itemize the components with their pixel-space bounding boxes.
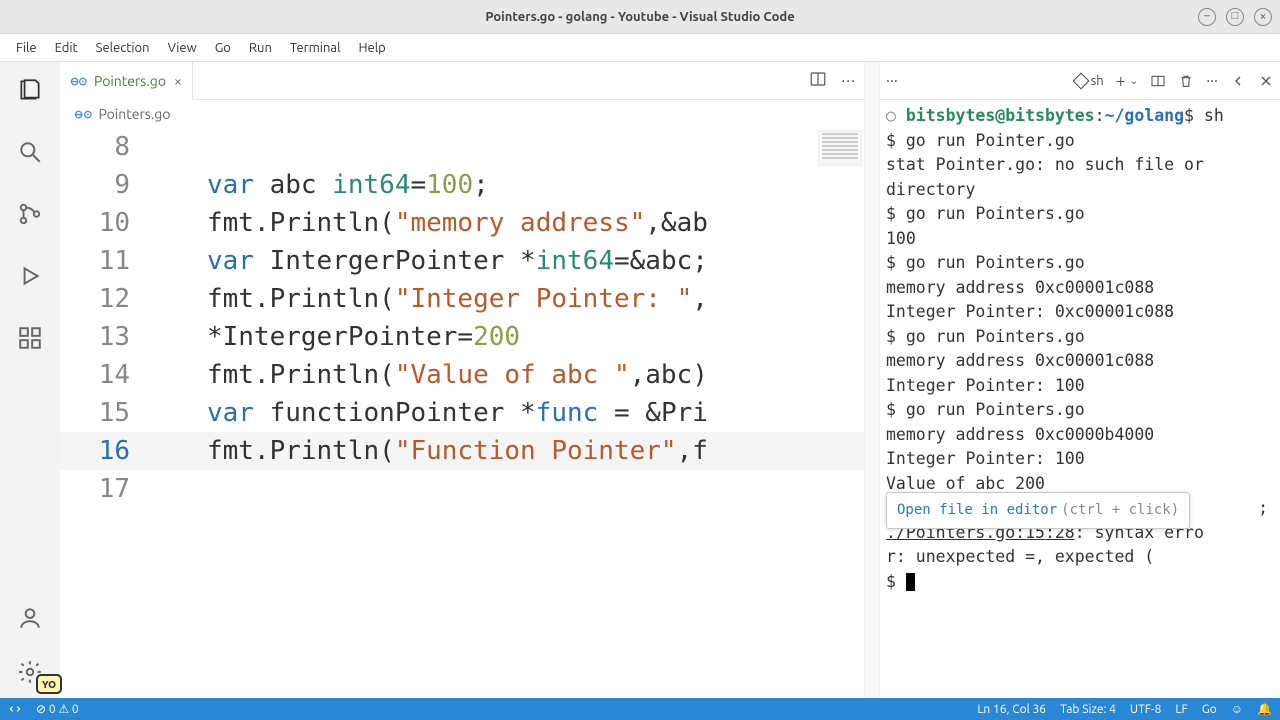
code-content: var functionPointer *func = &Pri	[160, 394, 708, 432]
account-icon[interactable]	[16, 604, 44, 632]
more-actions-icon[interactable]: ···	[841, 72, 856, 90]
tab-pointers-go[interactable]: ⊖⊙ Pointers.go ×	[60, 62, 193, 100]
menu-file[interactable]: File	[8, 39, 45, 57]
go-icon: ⊖⊙	[74, 108, 92, 121]
terminal-cursor	[906, 573, 915, 591]
shell-icon	[1072, 72, 1089, 89]
window-buttons: – □ ×	[1198, 8, 1272, 26]
code-content: fmt.Println("Value of abc ",abc)	[160, 356, 708, 394]
code-content: fmt.Println("memory address",&ab	[160, 204, 708, 242]
source-control-icon[interactable]	[16, 200, 44, 228]
yo-badge: YO	[36, 674, 62, 694]
remote-icon[interactable]	[8, 702, 22, 716]
menu-edit[interactable]: Edit	[47, 39, 86, 57]
line-number: 11	[60, 242, 160, 280]
kill-terminal-icon[interactable]	[1178, 73, 1194, 89]
code-line[interactable]: 12 fmt.Println("Integer Pointer: ",	[60, 280, 864, 318]
menu-run[interactable]: Run	[241, 39, 280, 57]
terminal-more-icon[interactable]: ···	[886, 72, 898, 90]
maximize-button[interactable]: □	[1226, 8, 1244, 26]
line-number: 15	[60, 394, 160, 432]
minimap[interactable]	[818, 130, 862, 166]
new-terminal-icon[interactable]: +	[1116, 71, 1126, 91]
explorer-icon[interactable]	[16, 76, 44, 104]
menu-terminal[interactable]: Terminal	[282, 39, 349, 57]
line-number: 16	[60, 432, 160, 470]
menu-go[interactable]: Go	[207, 39, 239, 57]
code-line[interactable]: 13 *IntergerPointer=200	[60, 318, 864, 356]
status-bar: ⊘ 0 ⚠ 0 Ln 16, Col 36 Tab Size: 4 UTF-8 …	[0, 698, 1280, 720]
breadcrumb-label: Pointers.go	[98, 106, 170, 122]
code-line[interactable]: 14 fmt.Println("Value of abc ",abc)	[60, 356, 864, 394]
line-number: 17	[60, 470, 160, 508]
terminal-toolbar: ··· sh + ⌄ ···	[880, 62, 1280, 100]
line-number: 8	[60, 128, 160, 166]
editor-actions: ···	[809, 70, 856, 91]
terminal-close-icon[interactable]	[1258, 73, 1274, 89]
extensions-icon[interactable]	[16, 324, 44, 352]
status-feedback-icon[interactable]: ☺	[1231, 702, 1243, 716]
terminal-overflow-icon[interactable]: ···	[1206, 72, 1218, 90]
code-line[interactable]: 11 var IntergerPointer *int64=&abc;	[60, 242, 864, 280]
terminal-dropdown-icon[interactable]: ⌄	[1130, 75, 1138, 87]
titlebar: Pointers.go - golang - Youtube - Visual …	[0, 0, 1280, 34]
search-icon[interactable]	[16, 138, 44, 166]
split-terminal-icon[interactable]	[1150, 73, 1166, 89]
tooltip-link: Open file in editor	[897, 498, 1057, 523]
code-line[interactable]: 15 var functionPointer *func = &Pri	[60, 394, 864, 432]
tab-bar: ⊖⊙ Pointers.go × ···	[60, 62, 864, 100]
code-content: fmt.Println("Integer Pointer: ",	[160, 280, 708, 318]
minimize-button[interactable]: –	[1198, 8, 1216, 26]
status-position[interactable]: Ln 16, Col 36	[977, 703, 1046, 716]
menu-selection[interactable]: Selection	[88, 39, 158, 57]
breadcrumb[interactable]: ⊖⊙ Pointers.go	[60, 100, 864, 128]
tooltip-hint: (ctrl + click)	[1061, 498, 1179, 523]
close-button[interactable]: ×	[1254, 8, 1272, 26]
line-number: 9	[60, 166, 160, 204]
code-content: var IntergerPointer *int64=&abc;	[160, 242, 708, 280]
split-editor-icon[interactable]	[809, 70, 827, 91]
menubar: File Edit Selection View Go Run Terminal…	[0, 34, 1280, 62]
status-language[interactable]: Go	[1202, 703, 1217, 716]
status-eol[interactable]: LF	[1175, 703, 1187, 716]
code-line[interactable]: 17	[60, 470, 864, 508]
activity-bar	[0, 62, 60, 698]
code-content: var abc int64=100;	[160, 166, 489, 204]
status-encoding[interactable]: UTF-8	[1130, 703, 1161, 716]
status-bell-icon[interactable]: 🔔	[1257, 702, 1272, 716]
code-editor[interactable]: 89 var abc int64=100;10 fmt.Println("mem…	[60, 128, 864, 698]
panel-resize-handle[interactable]	[864, 62, 880, 698]
go-icon: ⊖⊙	[70, 75, 88, 87]
code-line[interactable]: 16 fmt.Println("Function Pointer",f	[60, 432, 864, 470]
menu-view[interactable]: View	[160, 39, 205, 57]
code-line[interactable]: 10 fmt.Println("memory address",&ab	[60, 204, 864, 242]
tab-label: Pointers.go	[94, 73, 166, 89]
code-content: fmt.Println("Function Pointer",f	[160, 432, 708, 470]
tab-close-icon[interactable]: ×	[174, 73, 182, 89]
code-content: *IntergerPointer=200	[160, 318, 520, 356]
code-line[interactable]: 9 var abc int64=100;	[60, 166, 864, 204]
code-line[interactable]: 8	[60, 128, 864, 166]
terminal-shell-label[interactable]: sh	[1075, 74, 1104, 88]
line-number: 10	[60, 204, 160, 242]
line-number: 13	[60, 318, 160, 356]
terminal-prev-icon[interactable]	[1230, 73, 1246, 89]
run-debug-icon[interactable]	[16, 262, 44, 290]
terminal-panel: ··· sh + ⌄ ··· ○ bitsbytes@bitsbytes:~/g…	[880, 62, 1280, 698]
menu-help[interactable]: Help	[350, 39, 393, 57]
status-tabsize[interactable]: Tab Size: 4	[1060, 703, 1116, 716]
status-problems[interactable]: ⊘ 0 ⚠ 0	[36, 702, 79, 716]
open-file-tooltip: Open file in editor (ctrl + click)	[886, 492, 1190, 529]
line-number: 14	[60, 356, 160, 394]
main: ⊖⊙ Pointers.go × ··· ⊖⊙ Pointers.go 89 v…	[0, 62, 1280, 698]
window-title: Pointers.go - golang - Youtube - Visual …	[485, 10, 794, 24]
line-number: 12	[60, 280, 160, 318]
terminal-output[interactable]: ○ bitsbytes@bitsbytes:~/golang$ sh$ go r…	[880, 100, 1280, 698]
editor-area: ⊖⊙ Pointers.go × ··· ⊖⊙ Pointers.go 89 v…	[60, 62, 864, 698]
